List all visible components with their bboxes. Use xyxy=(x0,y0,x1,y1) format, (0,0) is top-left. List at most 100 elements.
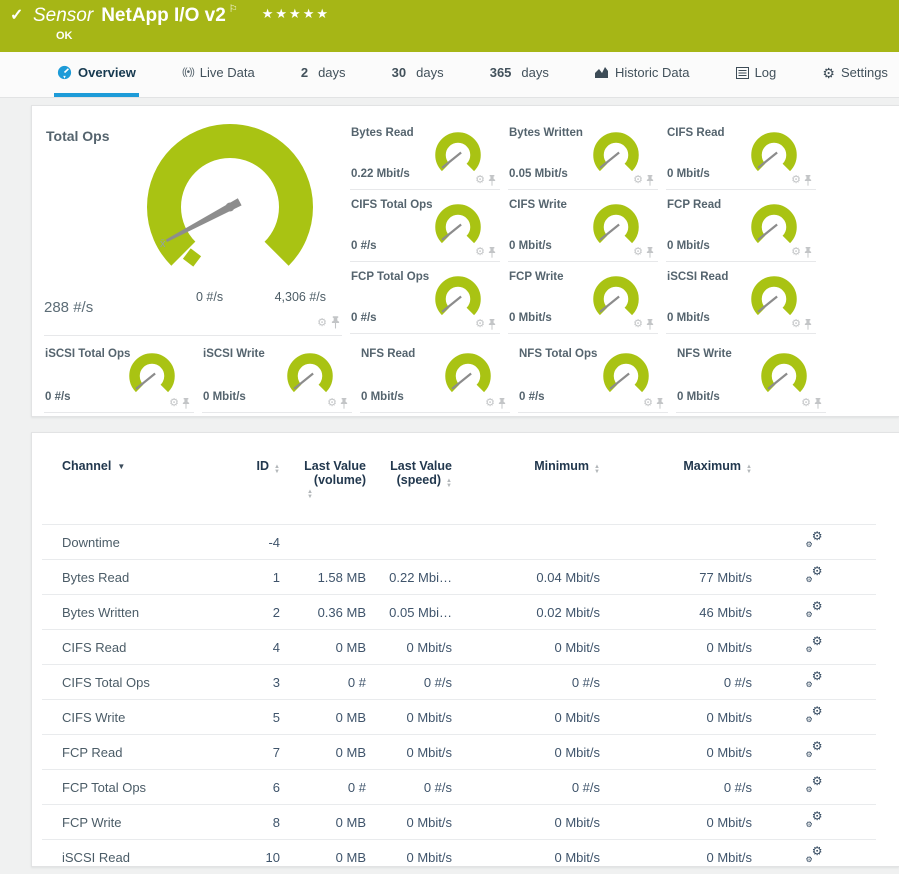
channel-settings-icon[interactable]: ⚙⚙ xyxy=(806,778,823,793)
gauge-value: 0 #/s xyxy=(351,240,377,252)
col-header-maximum[interactable]: Maximum▲▼ xyxy=(600,449,752,525)
channel-name[interactable]: FCP Read xyxy=(42,735,238,770)
channel-settings-icon[interactable]: ⚙⚙ xyxy=(806,708,823,723)
sort-icon: ▲▼ xyxy=(594,465,600,475)
channel-settings-icon[interactable]: ⚙⚙ xyxy=(806,568,823,583)
channel-name[interactable]: Downtime xyxy=(42,525,238,560)
pin-icon[interactable] xyxy=(646,247,654,258)
col-header-minimum[interactable]: Minimum▲▼ xyxy=(452,449,600,525)
channel-name[interactable]: CIFS Total Ops xyxy=(42,665,238,700)
channel-name[interactable]: iSCSI Read xyxy=(42,840,238,874)
gauge-settings-gear-icon[interactable]: ⚙ xyxy=(169,398,179,409)
tab-log[interactable]: Log xyxy=(733,52,780,97)
pin-icon[interactable] xyxy=(646,319,654,330)
gauge-value: 0 Mbit/s xyxy=(509,312,552,324)
gauge-tile-nfs-total-ops[interactable]: NFS Total Ops 0 #/s ⚙ xyxy=(518,339,668,413)
tab-2-days[interactable]: 2 days xyxy=(298,52,349,97)
gauge-settings-gear-icon[interactable]: ⚙ xyxy=(327,398,337,409)
channel-name[interactable]: FCP Write xyxy=(42,805,238,840)
pin-icon[interactable] xyxy=(804,319,812,330)
gauge-tile-iscsi-read[interactable]: iSCSI Read 0 Mbit/s ⚙ xyxy=(666,262,816,334)
gauge-settings-gear-icon[interactable]: ⚙ xyxy=(475,247,485,258)
pin-icon[interactable] xyxy=(488,319,496,330)
gauge-dial xyxy=(433,202,483,252)
table-row: CIFS Write 5 0 MB 0 Mbit/s 0 Mbit/s 0 Mb… xyxy=(42,700,876,735)
minimum-value xyxy=(452,525,600,560)
gauge-settings-gear-icon[interactable]: ⚙ xyxy=(791,247,801,258)
gauge-tile-nfs-read[interactable]: NFS Read 0 Mbit/s ⚙ xyxy=(360,339,510,413)
minimum-value: 0 Mbit/s xyxy=(452,735,600,770)
pin-icon[interactable] xyxy=(488,175,496,186)
channel-settings-icon[interactable]: ⚙⚙ xyxy=(806,813,823,828)
gauge-dial xyxy=(591,274,641,324)
gauge-title: NFS Total Ops xyxy=(519,348,597,360)
pin-icon[interactable] xyxy=(182,398,190,409)
gauge-tile-cifs-read[interactable]: CIFS Read 0 Mbit/s ⚙ xyxy=(666,118,816,190)
last-value-volume: 0.36 MB xyxy=(280,595,366,630)
pin-icon[interactable] xyxy=(340,398,348,409)
channel-settings-icon[interactable]: ⚙⚙ xyxy=(806,638,823,653)
channel-name[interactable]: Bytes Written xyxy=(42,595,238,630)
gauge-settings-gear-icon[interactable]: ⚙ xyxy=(633,175,643,186)
gauge-icon xyxy=(57,65,72,80)
channel-settings-icon[interactable]: ⚙⚙ xyxy=(806,533,823,548)
tab-settings[interactable]: ⚙ Settings xyxy=(819,52,891,97)
gauge-tile-iscsi-write[interactable]: iSCSI Write 0 Mbit/s ⚙ xyxy=(202,339,352,413)
gauge-tile-iscsi-total-ops[interactable]: iSCSI Total Ops 0 #/s ⚙ xyxy=(44,339,194,413)
channel-settings-icon[interactable]: ⚙⚙ xyxy=(806,673,823,688)
gauge-settings-gear-icon[interactable]: ⚙ xyxy=(317,318,327,329)
channel-settings-icon[interactable]: ⚙⚙ xyxy=(806,603,823,618)
gauge-tile-fcp-write[interactable]: FCP Write 0 Mbit/s ⚙ xyxy=(508,262,658,334)
channel-settings-icon[interactable]: ⚙⚙ xyxy=(806,848,823,863)
channel-name[interactable]: CIFS Write xyxy=(42,700,238,735)
pin-icon[interactable] xyxy=(804,175,812,186)
pin-icon[interactable] xyxy=(814,398,822,409)
maximum-value: 0 #/s xyxy=(600,770,752,805)
gauge-settings-gear-icon[interactable]: ⚙ xyxy=(633,247,643,258)
pin-icon[interactable] xyxy=(488,247,496,258)
channel-name[interactable]: FCP Total Ops xyxy=(42,770,238,805)
tab-label: Overview xyxy=(78,65,136,80)
tab-historic-data[interactable]: Historic Data xyxy=(592,52,692,97)
channel-settings-icon[interactable]: ⚙⚙ xyxy=(806,743,823,758)
col-label: ID xyxy=(257,459,270,473)
tab-number: 365 xyxy=(490,65,512,80)
col-header-last-value-volume[interactable]: Last Value (volume) ▲▼ xyxy=(280,449,366,525)
gauge-settings-gear-icon[interactable]: ⚙ xyxy=(475,319,485,330)
col-header-id[interactable]: ID▲▼ xyxy=(238,449,280,525)
tab-365-days[interactable]: 365 days xyxy=(487,52,552,97)
tab-overview[interactable]: Overview xyxy=(54,52,139,97)
gauge-settings-gear-icon[interactable]: ⚙ xyxy=(485,398,495,409)
pin-icon[interactable] xyxy=(331,316,340,329)
gauge-tile-bytes-written[interactable]: Bytes Written 0.05 Mbit/s ⚙ xyxy=(508,118,658,190)
gauge-settings-gear-icon[interactable]: ⚙ xyxy=(643,398,653,409)
gauge-settings-gear-icon[interactable]: ⚙ xyxy=(791,319,801,330)
gauge-tile-fcp-read[interactable]: FCP Read 0 Mbit/s ⚙ xyxy=(666,190,816,262)
pin-icon[interactable] xyxy=(646,175,654,186)
gauge-dial xyxy=(443,351,493,401)
gauge-settings-gear-icon[interactable]: ⚙ xyxy=(475,175,485,186)
last-value-volume xyxy=(280,525,366,560)
gauge-tile-nfs-write[interactable]: NFS Write 0 Mbit/s ⚙ xyxy=(676,339,826,413)
gauge-tile-bytes-read[interactable]: Bytes Read 0.22 Mbit/s ⚙ xyxy=(350,118,500,190)
gauge-tile-cifs-write[interactable]: CIFS Write 0 Mbit/s ⚙ xyxy=(508,190,658,262)
col-header-last-value-speed[interactable]: Last Value (speed)▲▼ xyxy=(366,449,452,525)
gauge-title: iSCSI Read xyxy=(667,271,728,283)
gauge-settings-gear-icon[interactable]: ⚙ xyxy=(633,319,643,330)
gauge-tile-total-ops[interactable]: Total Ops x̄ 0 #/s 4,306 #/s 288 #/s ⚙ xyxy=(44,118,342,336)
gauge-tile-cifs-total-ops[interactable]: CIFS Total Ops 0 #/s ⚙ xyxy=(350,190,500,262)
flag-icon[interactable]: ⚐ xyxy=(229,4,238,15)
priority-stars[interactable]: ★★★★★ xyxy=(262,6,330,21)
gauge-settings-gear-icon[interactable]: ⚙ xyxy=(791,175,801,186)
tab-live-data[interactable]: ((•)) Live Data xyxy=(179,52,258,97)
pin-icon[interactable] xyxy=(804,247,812,258)
channel-name[interactable]: Bytes Read xyxy=(42,560,238,595)
pin-icon[interactable] xyxy=(656,398,664,409)
channel-name[interactable]: CIFS Read xyxy=(42,630,238,665)
gauge-settings-gear-icon[interactable]: ⚙ xyxy=(801,398,811,409)
tab-30-days[interactable]: 30 days xyxy=(389,52,447,97)
col-header-channel[interactable]: Channel▼ xyxy=(42,449,238,525)
status-ok-check-icon: ✓ xyxy=(10,5,23,25)
gauge-tile-fcp-total-ops[interactable]: FCP Total Ops 0 #/s ⚙ xyxy=(350,262,500,334)
pin-icon[interactable] xyxy=(498,398,506,409)
